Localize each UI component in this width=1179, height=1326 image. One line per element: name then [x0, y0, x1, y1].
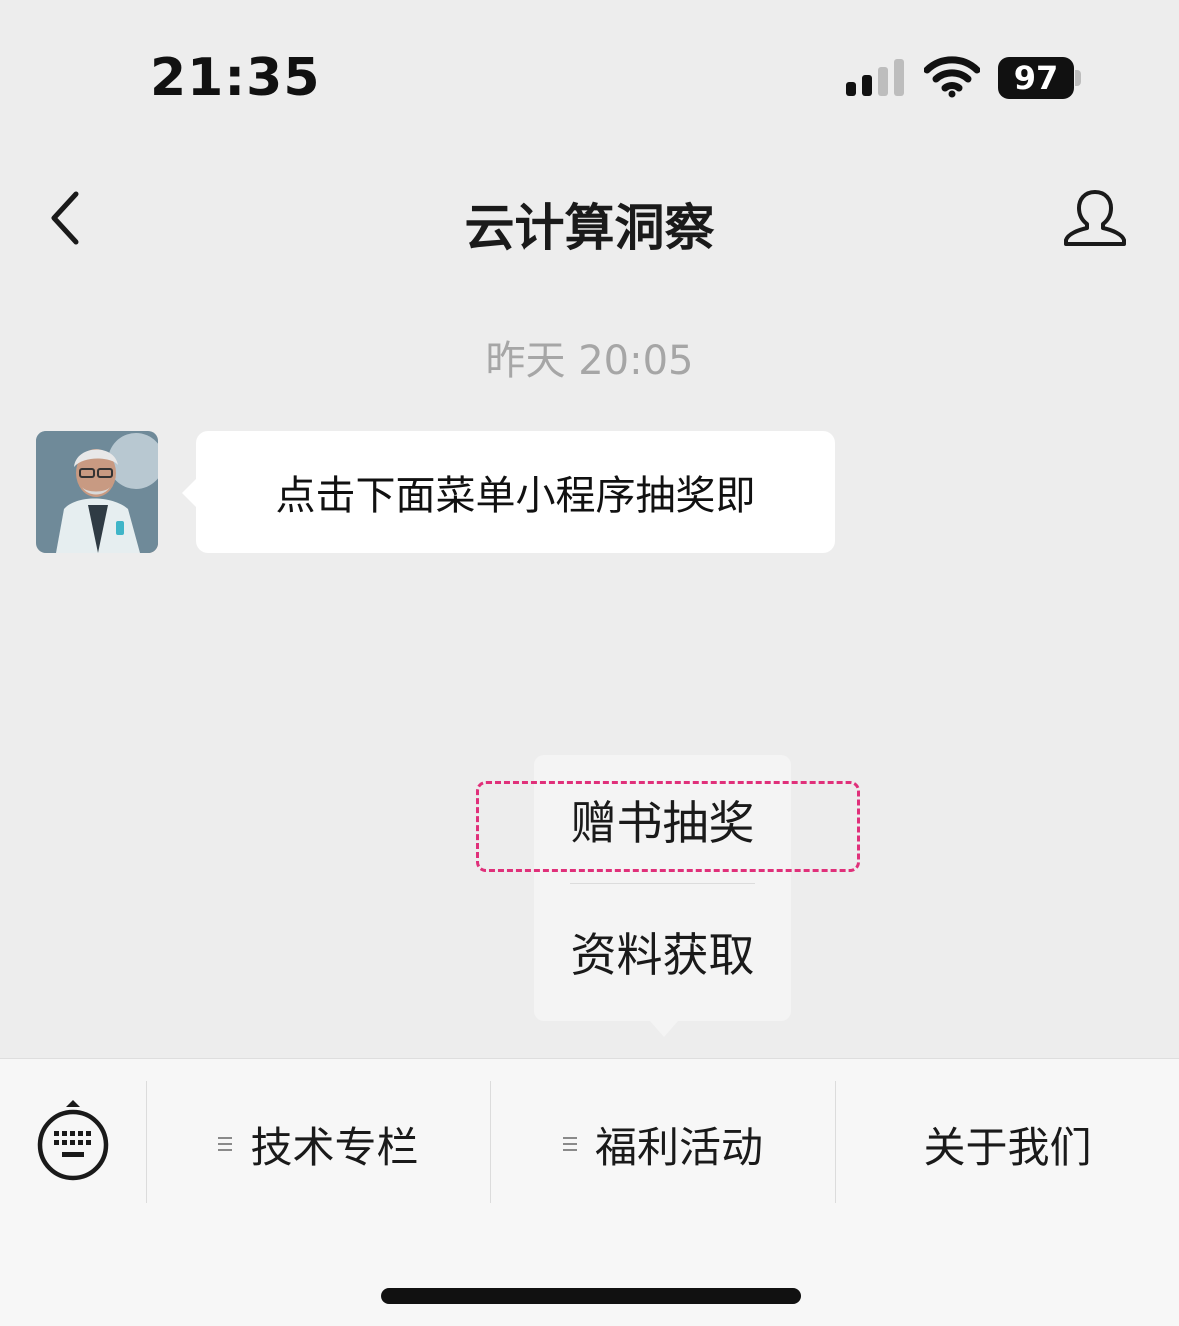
chat-screen: 21:35 97 云计算洞察 昨天 20:05 点击下面菜单小程序抽奖即 赠书抽…	[0, 0, 1179, 1326]
wifi-icon	[924, 56, 980, 98]
submenu-popup: 赠书抽奖 资料获取	[534, 755, 791, 1037]
menu-item-tech-column[interactable]: 技术专栏	[147, 1059, 490, 1229]
keyboard-icon	[37, 1100, 109, 1181]
home-indicator[interactable]	[381, 1288, 801, 1304]
person-icon[interactable]	[1062, 188, 1128, 248]
avatar-image	[36, 431, 158, 553]
message-text: 点击下面菜单小程序抽奖即	[275, 473, 756, 519]
submenu-lines-icon	[562, 1136, 577, 1152]
menu-item-label: 关于我们	[923, 1122, 1092, 1172]
menu-item-about-us[interactable]: 关于我们	[836, 1059, 1179, 1229]
bottom-menu-bar: 技术专栏 福利活动 关于我们	[0, 1058, 1179, 1326]
page-title: 云计算洞察	[464, 199, 715, 257]
menu-item-welfare-activities[interactable]: 福利活动	[491, 1059, 835, 1229]
battery-tip	[1075, 70, 1081, 86]
avatar[interactable]	[36, 431, 158, 553]
status-time: 21:35	[150, 48, 321, 108]
submenu-divider	[570, 883, 755, 884]
battery-level: 97	[1013, 59, 1059, 97]
battery-icon: 97	[998, 57, 1074, 99]
message-timestamp: 昨天 20:05	[485, 338, 694, 384]
submenu-item-label: 资料获取	[570, 928, 755, 982]
submenu-item-label: 赠书抽奖	[570, 796, 755, 850]
submenu-item-book-giveaway[interactable]: 赠书抽奖	[534, 755, 791, 885]
keyboard-toggle-button[interactable]	[0, 1059, 146, 1229]
message-bubble[interactable]: 点击下面菜单小程序抽奖即	[182, 431, 835, 553]
submenu-lines-icon	[218, 1136, 233, 1152]
cellular-signal-icon	[846, 59, 904, 96]
menu-item-label: 技术专栏	[250, 1122, 419, 1172]
menu-item-label: 福利活动	[594, 1122, 763, 1172]
submenu-item-get-materials[interactable]: 资料获取	[534, 887, 791, 1017]
